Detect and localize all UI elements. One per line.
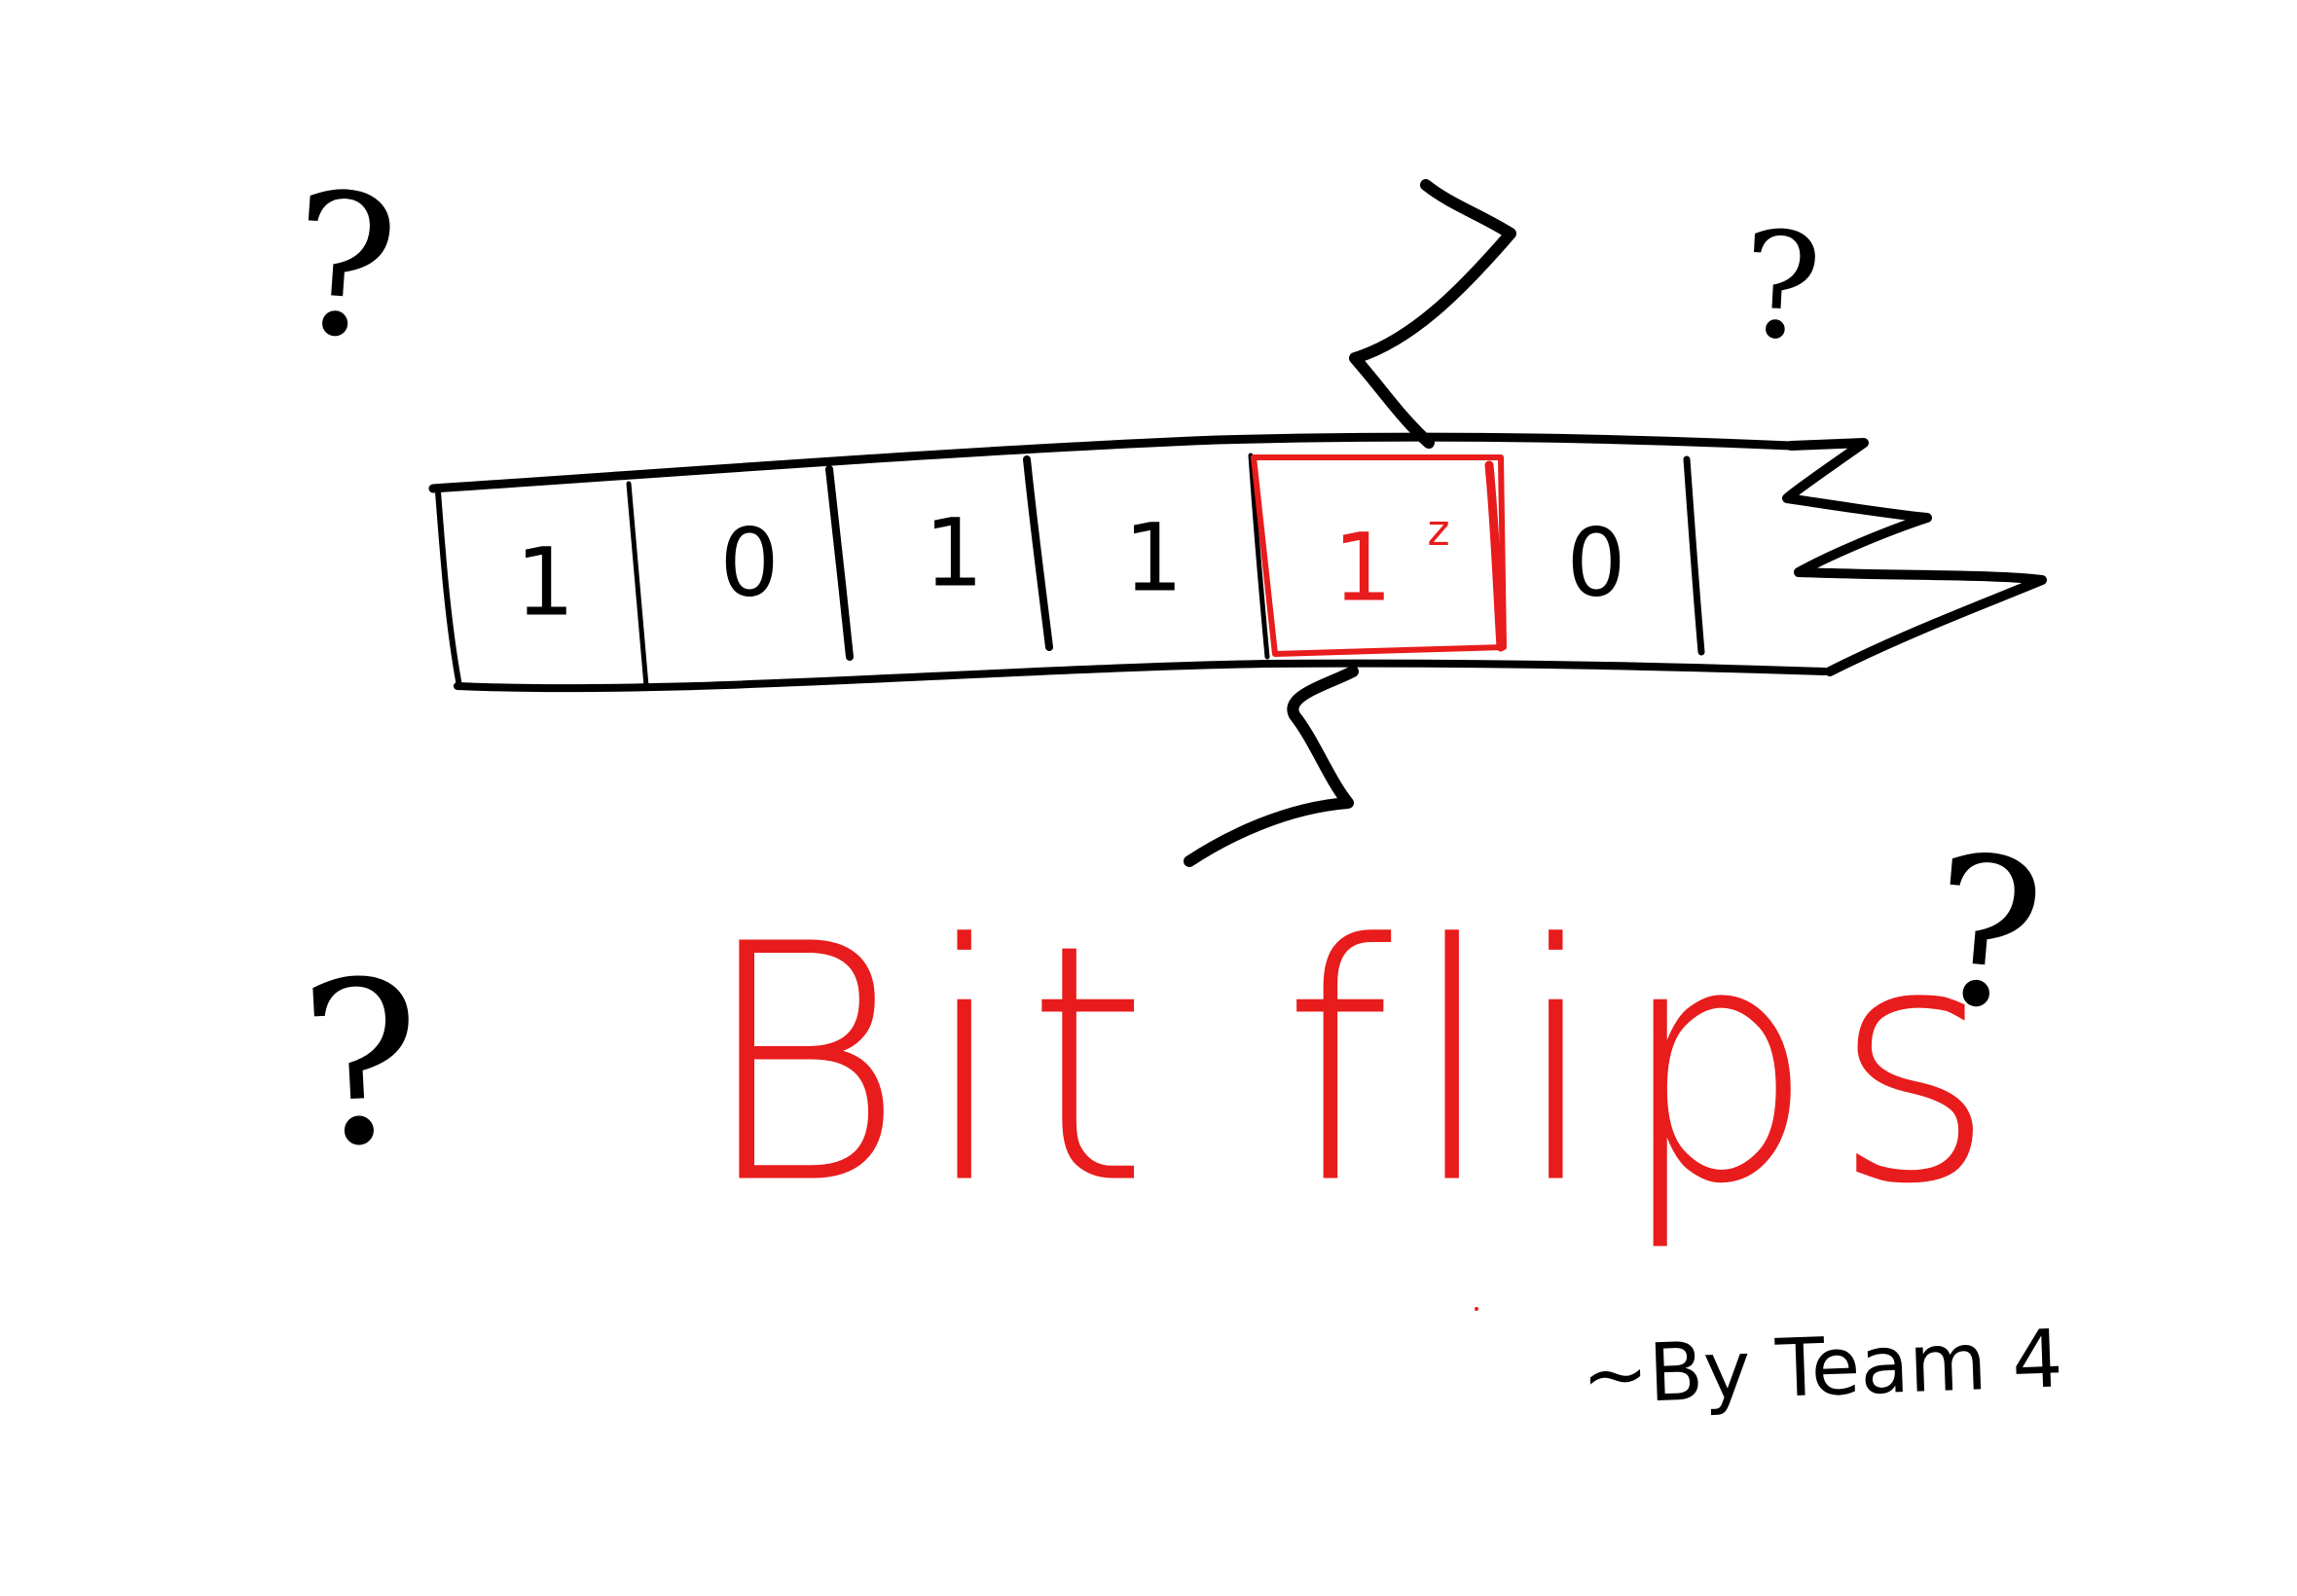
question-mark: ? bbox=[1737, 200, 1825, 374]
bit-superscript: z bbox=[1427, 506, 1449, 556]
strip-broken-end bbox=[1782, 438, 2047, 676]
cell-divider bbox=[825, 465, 854, 661]
page-title: Bit flips bbox=[701, 875, 2013, 1256]
cell-divider bbox=[1683, 455, 1705, 656]
bit-label: 1 bbox=[924, 498, 983, 607]
byline: ~By Team 4 bbox=[1580, 1313, 2065, 1423]
bit-label: 1 bbox=[1123, 503, 1183, 612]
question-mark: ? bbox=[295, 931, 429, 1199]
stray-dot bbox=[1475, 1307, 1478, 1311]
lower-crack bbox=[1184, 666, 1359, 867]
strip-top-edge bbox=[428, 432, 1796, 493]
question-mark: ? bbox=[284, 150, 405, 384]
bit-label: 1 bbox=[1332, 513, 1392, 622]
bit-label: 1 bbox=[515, 527, 574, 636]
strip-bottom-edge bbox=[454, 659, 1829, 693]
upper-crack bbox=[1349, 179, 1516, 449]
cell-divider bbox=[626, 481, 649, 689]
bit-label: 0 bbox=[719, 508, 779, 617]
bit-label: 0 bbox=[1566, 508, 1625, 617]
cell-divider bbox=[1023, 455, 1053, 651]
strip-left-end bbox=[435, 489, 462, 689]
